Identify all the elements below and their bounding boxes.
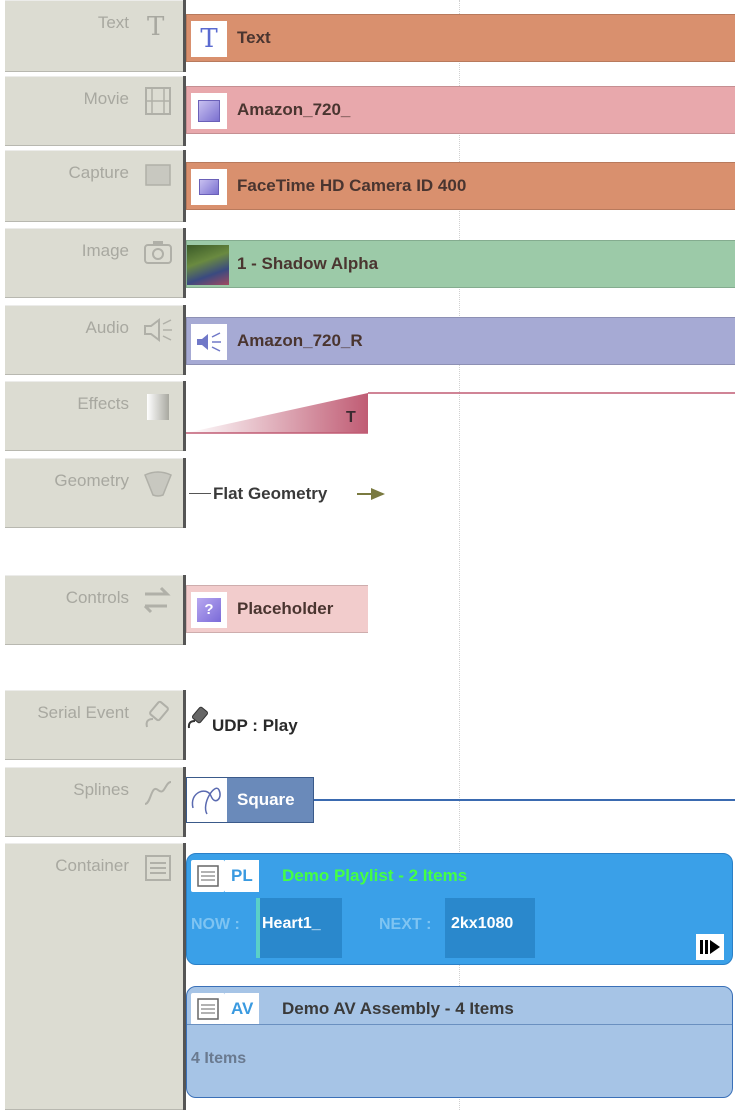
text-t-icon: T	[147, 12, 165, 41]
track-label: Image	[81, 241, 129, 260]
track-header-geometry[interactable]: Geometry	[5, 458, 184, 528]
geometry-connector	[189, 493, 211, 494]
film-icon	[145, 87, 171, 115]
track-label: Controls	[65, 588, 129, 607]
track-image: Image 1 - Shadow Alpha	[0, 228, 735, 298]
capture-icon	[145, 164, 171, 186]
playlist-tag: PL	[225, 860, 259, 892]
assembly-title: Demo AV Assembly - 4 Items	[282, 999, 514, 1018]
track-divider	[183, 458, 186, 528]
now-item[interactable]: Heart1_	[260, 898, 342, 958]
container-playlist[interactable]: PL Demo Playlist - 2 Items NOW : Heart1_…	[186, 853, 733, 965]
track-movie: Movie Amazon_720_	[0, 76, 735, 146]
track-capture: Capture FaceTime HD Camera ID 400	[0, 150, 735, 222]
track-header-movie[interactable]: Movie	[5, 76, 184, 146]
clip-name: Square	[237, 790, 295, 809]
track-controls: Controls ? Placeholder	[0, 575, 735, 645]
geometry-label[interactable]: Flat Geometry	[213, 484, 327, 504]
satellite-icon	[145, 700, 169, 728]
clip-placeholder[interactable]: ? Placeholder	[186, 585, 368, 633]
track-header-controls[interactable]: Controls	[5, 575, 184, 645]
clip-name: Text	[237, 28, 271, 47]
capture-thumb-icon	[191, 169, 227, 205]
audio-thumb-icon	[191, 324, 227, 360]
serial-event-label[interactable]: UDP : Play	[212, 716, 298, 736]
assembly-tag: AV	[225, 993, 260, 1025]
swap-arrows-icon	[143, 586, 171, 614]
clip-name: Amazon_720_R	[237, 331, 363, 350]
now-label: NOW :	[191, 916, 240, 933]
track-label: Effects	[77, 394, 129, 413]
track-text: Text T T Text	[0, 0, 735, 72]
cone-icon	[144, 471, 172, 497]
movie-thumb-icon	[191, 93, 227, 129]
next-label: NEXT :	[379, 916, 432, 933]
track-header-effects[interactable]: Effects	[5, 381, 184, 451]
svg-text:T: T	[147, 12, 165, 41]
speaker-icon	[144, 318, 172, 342]
effect-ramp[interactable]	[186, 391, 735, 436]
arrow-right-icon	[357, 488, 385, 500]
clip-name: Placeholder	[237, 599, 334, 618]
list-icon	[145, 855, 171, 881]
effect-label: T	[346, 409, 356, 426]
spline-track-line	[314, 799, 735, 801]
track-header-container[interactable]: Container	[5, 843, 184, 1110]
clip-name: FaceTime HD Camera ID 400	[237, 176, 467, 195]
track-geometry: Geometry Flat Geometry	[0, 458, 735, 528]
track-header-capture[interactable]: Capture	[5, 150, 184, 222]
track-effects: Effects T	[0, 381, 735, 451]
clip-text[interactable]: T Text	[186, 14, 735, 62]
clip-movie[interactable]: Amazon_720_	[186, 86, 735, 134]
next-item[interactable]: 2kx1080	[445, 898, 535, 958]
track-serial-event: Serial Event UDP : Play	[0, 690, 735, 760]
playlist-title: Demo Playlist - 2 Items	[282, 866, 468, 885]
playlist-list-icon	[191, 860, 225, 892]
play-next-icon[interactable]	[696, 934, 724, 960]
track-label: Geometry	[54, 471, 129, 490]
placeholder-thumb-icon: ?	[191, 592, 227, 628]
assembly-list-icon	[191, 993, 225, 1025]
gradient-icon	[147, 394, 169, 420]
track-header-image[interactable]: Image	[5, 228, 184, 298]
track-header-text[interactable]: Text T	[5, 0, 184, 72]
track-label: Container	[55, 856, 129, 875]
track-label: Audio	[85, 318, 129, 337]
clip-spline[interactable]: Square	[186, 777, 314, 823]
camera-icon	[144, 241, 172, 264]
assembly-subtitle: 4 Items	[191, 1050, 247, 1067]
clip-image[interactable]: 1 - Shadow Alpha	[186, 240, 735, 288]
track-header-audio[interactable]: Audio	[5, 305, 184, 375]
clip-name: 1 - Shadow Alpha	[237, 254, 379, 273]
track-label: Capture	[68, 163, 129, 182]
curve-icon	[144, 781, 172, 805]
text-thumb-icon: T	[191, 21, 227, 57]
clip-audio[interactable]: Amazon_720_R	[186, 317, 735, 365]
track-label: Splines	[73, 780, 129, 799]
container-av-assembly[interactable]: AV Demo AV Assembly - 4 Items 4 Items	[186, 986, 733, 1098]
track-header-serial-event[interactable]: Serial Event	[5, 690, 184, 760]
track-splines: Splines Square	[0, 767, 735, 837]
track-label: Text	[97, 13, 129, 32]
serial-satellite-icon	[187, 706, 209, 729]
image-thumbnail	[187, 245, 229, 285]
clip-name: Amazon_720_	[237, 100, 351, 119]
track-label: Serial Event	[37, 703, 129, 722]
clip-capture[interactable]: FaceTime HD Camera ID 400	[186, 162, 735, 210]
track-header-splines[interactable]: Splines	[5, 767, 184, 837]
assembly-divider	[187, 1024, 732, 1025]
track-container: Container PL Demo Playlist - 2 Items NOW…	[0, 843, 735, 1110]
track-audio: Audio Amazon_720_R	[0, 305, 735, 375]
spline-thumb-icon	[187, 778, 227, 822]
track-label: Movie	[83, 89, 129, 108]
